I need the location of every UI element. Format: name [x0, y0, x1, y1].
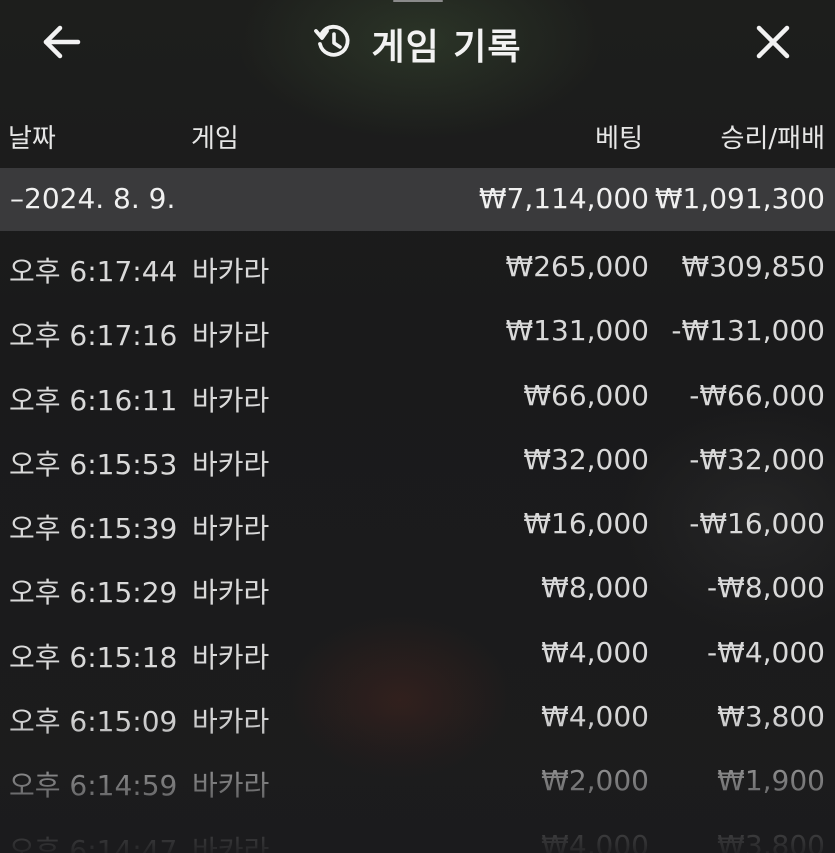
grabber-handle: [393, 0, 443, 2]
row-bet: ₩16,000: [523, 507, 649, 541]
history-row[interactable]: 오후 6:15:53 바카라 ₩32,000 -₩32,000: [0, 431, 835, 495]
row-result: -₩4,000: [707, 635, 825, 669]
row-game: 바카라: [192, 447, 270, 481]
row-game: 바카라: [192, 576, 270, 610]
history-row[interactable]: 오후 6:14:47 바카라 ₩4,000 ₩3,800: [0, 817, 835, 853]
history-row[interactable]: 오후 6:15:29 바카라 ₩8,000 -₩8,000: [0, 559, 835, 623]
row-game: 바카라: [192, 833, 270, 853]
row-bet: ₩4,000: [541, 828, 649, 853]
row-bet: ₩8,000: [541, 571, 649, 605]
summary-date: –2024. 8. 9.: [10, 182, 176, 215]
history-row[interactable]: 오후 6:17:16 바카라 ₩131,000 -₩131,000: [0, 302, 835, 366]
row-time: 오후 6:15:53: [9, 447, 178, 481]
row-game: 바카라: [192, 255, 270, 288]
row-result: -₩8,000: [707, 571, 825, 605]
summary-result-total: ₩1,091,300: [654, 182, 825, 215]
row-bet: ₩66,000: [523, 378, 649, 412]
close-icon: [755, 24, 791, 64]
row-bet: ₩32,000: [523, 442, 649, 476]
row-bet: ₩4,000: [541, 700, 649, 734]
page-title: 게임 기록: [371, 27, 522, 68]
row-result: -₩66,000: [689, 378, 825, 412]
history-row[interactable]: 오후 6:17:44 바카라 ₩265,000 ₩309,850: [0, 238, 835, 302]
row-time: 오후 6:14:47: [9, 833, 178, 853]
row-result: -₩32,000: [689, 442, 825, 476]
row-result: ₩3,800: [717, 828, 825, 853]
row-game: 바카라: [192, 383, 270, 417]
summary-bet-total: ₩7,114,000: [478, 182, 649, 215]
column-header-bet: 베팅: [595, 124, 643, 154]
column-header-result: 승리/패배: [720, 124, 825, 154]
header-title-group: 게임 기록: [0, 16, 835, 72]
history-row[interactable]: 오후 6:15:39 바카라 ₩16,000 -₩16,000: [0, 495, 835, 559]
row-result: -₩131,000: [671, 314, 825, 348]
row-result: -₩16,000: [689, 507, 825, 541]
history-list[interactable]: 오후 6:17:44 바카라 ₩265,000 ₩309,850 오후 6:17…: [0, 238, 835, 853]
row-time: 오후 6:17:44: [9, 255, 178, 288]
row-bet: ₩2,000: [541, 764, 649, 798]
history-row[interactable]: 오후 6:15:09 바카라 ₩4,000 ₩3,800: [0, 688, 835, 752]
history-row[interactable]: 오후 6:15:18 바카라 ₩4,000 -₩4,000: [0, 624, 835, 688]
row-result: ₩1,900: [717, 764, 825, 798]
row-game: 바카라: [192, 769, 270, 803]
row-game: 바카라: [192, 705, 270, 739]
row-bet: ₩4,000: [541, 635, 649, 669]
row-game: 바카라: [192, 319, 270, 353]
row-result: ₩309,850: [681, 250, 825, 283]
row-bet: ₩131,000: [505, 314, 649, 348]
header: 게임 기록: [0, 0, 835, 90]
row-time: 오후 6:14:59: [9, 769, 178, 803]
row-time: 오후 6:15:18: [9, 640, 178, 674]
row-game: 바카라: [192, 640, 270, 674]
history-icon: [313, 22, 353, 66]
row-result: ₩3,800: [717, 700, 825, 734]
history-row[interactable]: 오후 6:16:11 바카라 ₩66,000 -₩66,000: [0, 367, 835, 431]
column-header-game: 게임: [191, 124, 239, 154]
row-time: 오후 6:15:29: [9, 576, 178, 610]
column-header-row: 날짜 게임 베팅 승리/패배: [0, 108, 835, 164]
row-time: 오후 6:16:11: [9, 383, 178, 417]
date-group-summary-row[interactable]: –2024. 8. 9. ₩7,114,000 ₩1,091,300: [0, 168, 835, 231]
row-bet: ₩265,000: [505, 250, 649, 283]
row-time: 오후 6:15:39: [9, 512, 178, 546]
row-time: 오후 6:15:09: [9, 705, 178, 739]
row-game: 바카라: [192, 512, 270, 546]
history-row[interactable]: 오후 6:14:59 바카라 ₩2,000 ₩1,900: [0, 752, 835, 816]
game-history-screen: 게임 기록 날짜 게임 베팅 승리/패배 –2024. 8. 9. ₩7,114…: [0, 0, 835, 853]
column-header-date: 날짜: [8, 124, 56, 154]
close-button[interactable]: [748, 20, 798, 68]
row-time: 오후 6:17:16: [9, 319, 178, 353]
